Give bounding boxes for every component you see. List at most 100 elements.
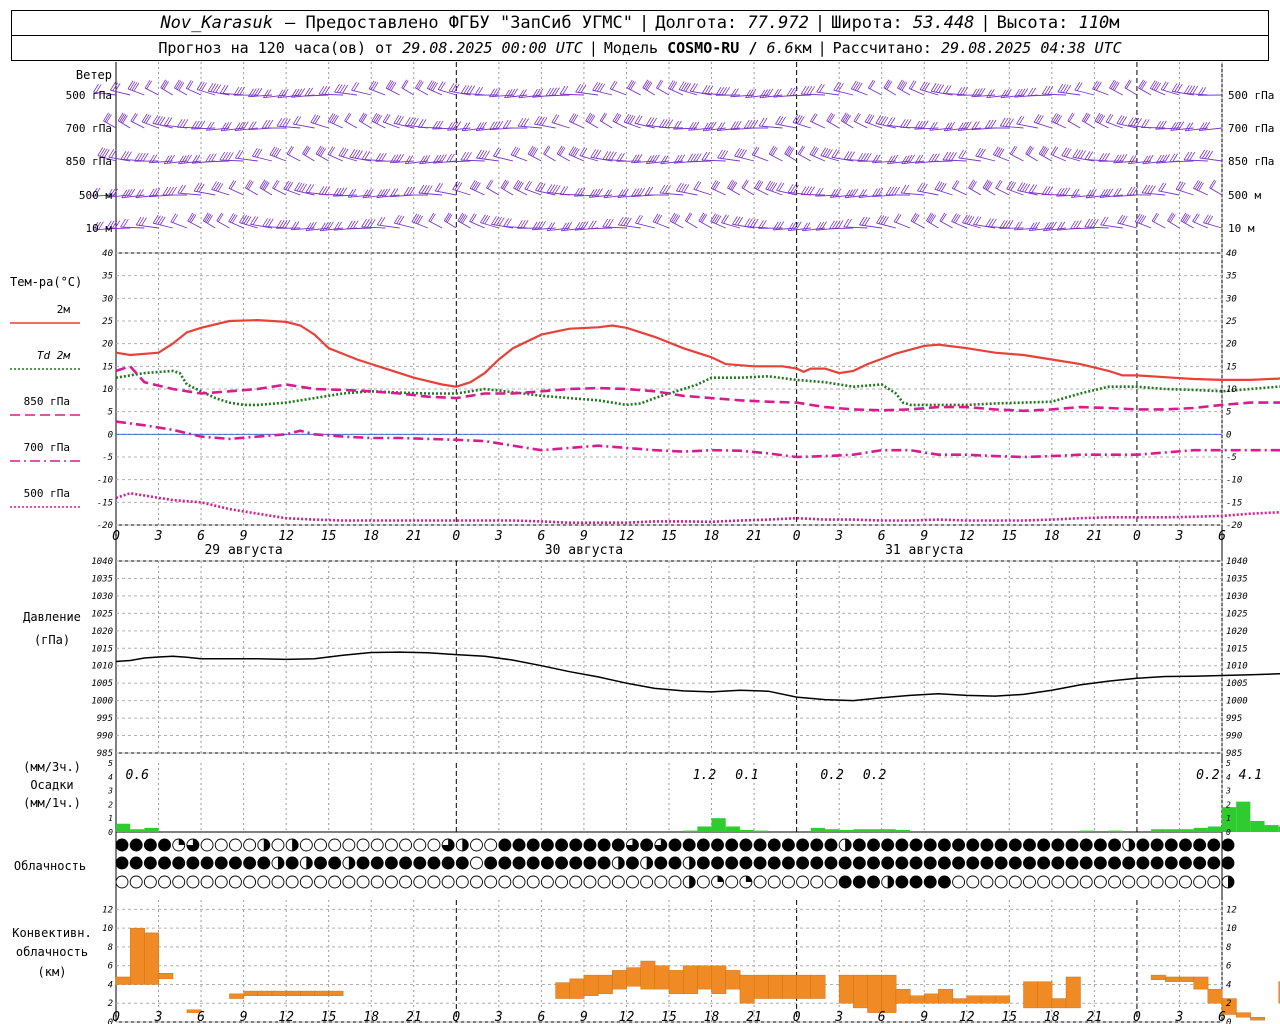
wind-barb-feather bbox=[290, 221, 297, 231]
time-tick-label: 21 bbox=[406, 1010, 422, 1024]
prec-unit-1h: (мм/1ч.) bbox=[23, 796, 81, 810]
wind-barb-feather bbox=[396, 215, 402, 224]
wind-barb-feather bbox=[177, 184, 184, 194]
wind-barb-feather bbox=[563, 222, 570, 231]
wind-barb-feather bbox=[143, 114, 150, 123]
wind-barb-feather bbox=[1080, 150, 1086, 159]
wind-barb-feather bbox=[968, 216, 975, 225]
wind-barb-feather bbox=[760, 220, 767, 229]
wind-barb-feather bbox=[611, 81, 618, 90]
time-tick-label: 15 bbox=[321, 529, 337, 544]
wind-barb-feather bbox=[637, 215, 644, 224]
y-tick-label: -15 bbox=[97, 498, 113, 508]
wind-barb-shaft bbox=[868, 87, 882, 96]
wind-barb-feather bbox=[531, 221, 538, 231]
y-tick-label-right: 10 bbox=[1226, 385, 1237, 395]
wind-barb-feather bbox=[1128, 117, 1134, 126]
wind-barb-shaft bbox=[1150, 88, 1166, 96]
precip-amount-label: 0.2 bbox=[1196, 768, 1220, 783]
cloud-symbol bbox=[498, 856, 512, 870]
wind-barb-feather bbox=[276, 117, 283, 127]
wind-level-label: 500 гПа bbox=[66, 89, 112, 102]
wind-barb-feather bbox=[846, 218, 852, 228]
cloud-symbol bbox=[129, 856, 143, 870]
series-t500 bbox=[115, 491, 1280, 525]
wind-barb-feather bbox=[1164, 154, 1170, 163]
wind-barb-feather bbox=[917, 182, 923, 192]
convective-bar bbox=[711, 965, 727, 995]
wind-barb-feather bbox=[478, 150, 485, 159]
time-tick-label: 9 bbox=[240, 529, 248, 544]
y-tick-label: 2 bbox=[108, 999, 113, 1009]
y-tick-label: 6 bbox=[108, 962, 113, 972]
cloud-symbol bbox=[257, 856, 271, 870]
wind-barb-shaft bbox=[510, 154, 528, 162]
cloud-half bbox=[689, 857, 696, 869]
wind-barb-shaft bbox=[909, 88, 925, 96]
wind-barb-feather bbox=[481, 121, 487, 131]
cloud-symbol bbox=[838, 856, 852, 870]
wind-barb-feather bbox=[1113, 154, 1119, 164]
temp-title: Тем-ра(°C) bbox=[10, 275, 82, 289]
precip-bar bbox=[824, 829, 840, 832]
wind-barb-feather bbox=[617, 189, 624, 198]
cloud-symbol bbox=[923, 875, 937, 889]
wind-barb-feather bbox=[693, 121, 700, 130]
wind-barb-feather bbox=[1201, 122, 1208, 131]
cloud-symbol bbox=[852, 875, 866, 889]
wind-barb-feather bbox=[339, 84, 346, 94]
precip-bar bbox=[725, 826, 740, 832]
convective-bar bbox=[144, 932, 160, 985]
wind-barb-feather bbox=[1077, 150, 1084, 159]
wind-barb-feather bbox=[439, 81, 446, 91]
wind-barb-feather bbox=[712, 180, 719, 190]
wind-barb-feather bbox=[893, 213, 900, 222]
wind-barb-feather bbox=[338, 147, 345, 156]
cloud-symbol bbox=[214, 838, 228, 852]
wind-barb-shaft bbox=[1033, 121, 1052, 129]
wind-barb-feather bbox=[120, 218, 126, 228]
wind-barb-feather bbox=[705, 122, 712, 131]
wind-barb-feather bbox=[1126, 186, 1133, 196]
cloud-symbol bbox=[796, 875, 810, 889]
wind-barb-feather bbox=[1170, 122, 1176, 131]
wind-barb-feather bbox=[946, 122, 953, 131]
wind-barb-feather bbox=[476, 149, 482, 159]
y-tick-label-right: 25 bbox=[1226, 317, 1237, 327]
wind-barb-shaft bbox=[1180, 220, 1194, 229]
wind-barb-feather bbox=[994, 147, 1001, 156]
wind-barb-shaft bbox=[1209, 187, 1223, 196]
wind-barb-feather bbox=[112, 82, 119, 92]
wind-barb-feather bbox=[743, 119, 750, 129]
wind-barb-feather bbox=[1121, 215, 1128, 225]
wind-barb-feather bbox=[859, 216, 865, 226]
wind-barb-shaft bbox=[444, 220, 457, 229]
wind-barb-feather bbox=[1028, 222, 1035, 231]
wind-barb-feather bbox=[137, 152, 143, 162]
wind-barb-shaft bbox=[358, 120, 372, 129]
wind-barb-feather bbox=[1144, 184, 1151, 194]
wind-barb-feather bbox=[265, 89, 272, 98]
wind-barb-feather bbox=[282, 88, 289, 98]
convective-bar bbox=[555, 982, 571, 999]
y-tick-label-right: 1035 bbox=[1226, 574, 1248, 584]
wind-level-label: 500 м bbox=[79, 189, 112, 202]
wind-barb-shaft bbox=[1050, 154, 1067, 162]
time-tick-label: 6 bbox=[537, 529, 545, 544]
wind-barb-feather bbox=[626, 217, 632, 227]
wind-barb-feather bbox=[958, 149, 964, 159]
cloud-symbol bbox=[682, 838, 696, 852]
series-pressure bbox=[115, 651, 1280, 702]
cloud-symbol bbox=[909, 856, 923, 870]
wind-barb-feather bbox=[421, 185, 427, 194]
wind-barb-feather bbox=[1177, 181, 1184, 191]
cloud-symbol bbox=[228, 856, 242, 870]
wind-barb-feather bbox=[575, 83, 581, 93]
wind-barb-feather bbox=[235, 149, 241, 159]
wind-barb-feather bbox=[277, 89, 284, 99]
time-tick-label: 21 bbox=[1087, 1010, 1103, 1024]
cloud-symbol bbox=[158, 838, 171, 852]
wind-barb-feather bbox=[608, 151, 614, 160]
wind-barb-feather bbox=[566, 221, 573, 231]
wind-barb-feather bbox=[535, 182, 541, 191]
